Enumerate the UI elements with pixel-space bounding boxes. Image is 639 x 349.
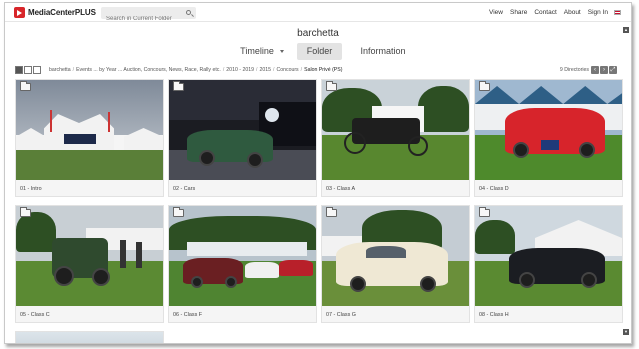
folder-icon [479, 81, 490, 91]
view-mode-switcher [15, 66, 42, 74]
folder-card[interactable]: 04 - Class D [474, 79, 623, 197]
breadcrumb-item[interactable]: 2015 [259, 67, 271, 73]
folder-thumbnail [16, 80, 163, 180]
breadcrumb-item[interactable]: Events ... by Year ... Auction, Concours… [76, 67, 221, 73]
folder-icon [173, 207, 184, 217]
folder-icon [20, 207, 31, 217]
scroll-down-icon[interactable]: ▼ [623, 329, 629, 335]
tab-timeline-label: Timeline [240, 46, 274, 56]
scroll-up-icon[interactable]: ▲ [623, 27, 629, 33]
directory-count: 9 Directories [559, 67, 589, 73]
pager: ‹ › ⤢ [590, 66, 617, 74]
breadcrumb-item[interactable]: Concours [276, 67, 298, 73]
language-flag-icon[interactable] [614, 10, 621, 15]
detail-view-icon[interactable] [33, 66, 41, 74]
folder-thumbnail [322, 80, 469, 180]
list-view-icon[interactable] [24, 66, 32, 74]
folder-label: 03 - Class A [326, 186, 356, 192]
nav-view[interactable]: View [489, 9, 503, 16]
folder-card[interactable] [15, 331, 164, 343]
folder-thumbnail [169, 206, 316, 306]
search-input[interactable] [101, 13, 181, 25]
folder-icon [20, 81, 31, 91]
play-logo-icon [14, 7, 25, 18]
tab-timeline[interactable]: Timeline [233, 43, 291, 60]
breadcrumb-current: Salon Privé (PS) [304, 67, 343, 73]
search-box[interactable] [101, 7, 196, 25]
folder-thumbnail [169, 80, 316, 180]
fullscreen-button[interactable]: ⤢ [609, 66, 617, 74]
folder-icon [479, 207, 490, 217]
tab-folder[interactable]: Folder [297, 43, 342, 60]
folder-thumbnail [322, 206, 469, 306]
search-icon[interactable] [186, 10, 191, 15]
folder-icon [173, 81, 184, 91]
breadcrumb-item[interactable]: 2010 - 2019 [226, 67, 254, 73]
browser-window: MediaCenterPLUS View Share Contact About… [4, 2, 632, 344]
folder-icon [326, 207, 337, 217]
breadcrumb-bar: barchetta / Events ... by Year ... Auction… [5, 65, 631, 76]
top-bar: MediaCenterPLUS View Share Contact About… [5, 3, 631, 25]
prev-page-button[interactable]: ‹ [591, 66, 599, 74]
breadcrumb: barchetta / Events ... by Year ... Auction… [49, 67, 343, 73]
folder-thumbnail [475, 80, 622, 180]
folder-card[interactable]: 01 - Intro [15, 79, 164, 197]
folder-card[interactable]: 02 - Cars [168, 79, 317, 197]
page-title: barchetta [297, 28, 339, 39]
nav-sign-in[interactable]: Sign In [588, 9, 608, 16]
folder-card[interactable]: 08 - Class H [474, 205, 623, 323]
breadcrumb-item[interactable]: barchetta [49, 67, 71, 73]
chevron-down-icon [279, 50, 284, 54]
logo-text: MediaCenterPLUS [28, 8, 96, 17]
nav-about[interactable]: About [564, 9, 581, 16]
folder-label: 05 - Class C [20, 312, 50, 318]
folder-card[interactable]: 03 - Class A [321, 79, 470, 197]
logo[interactable]: MediaCenterPLUS [14, 7, 96, 18]
view-tabs: Timeline Folder Information [5, 43, 631, 60]
scrollbar[interactable]: ▲ ▼ [623, 25, 629, 335]
folder-label: 07 - Class G [326, 312, 356, 318]
folder-thumbnail [475, 206, 622, 306]
folder-label: 06 - Class F [173, 312, 203, 318]
nav-share[interactable]: Share [510, 9, 527, 16]
folder-icon [326, 81, 337, 91]
folder-label: 04 - Class D [479, 186, 509, 192]
top-nav: View Share Contact About Sign In [482, 9, 621, 16]
folder-card[interactable]: 06 - Class F [168, 205, 317, 323]
folder-label: 08 - Class H [479, 312, 509, 318]
folder-card[interactable]: 05 - Class C [15, 205, 164, 323]
folder-card[interactable]: 07 - Class G [321, 205, 470, 323]
folder-label: 02 - Cars [173, 186, 196, 192]
grid-view-icon[interactable] [15, 66, 23, 74]
folder-label: 01 - Intro [20, 186, 42, 192]
next-page-button[interactable]: › [600, 66, 608, 74]
folder-thumbnail [16, 206, 163, 306]
tab-information[interactable]: Information [355, 43, 411, 60]
nav-contact[interactable]: Contact [534, 9, 556, 16]
